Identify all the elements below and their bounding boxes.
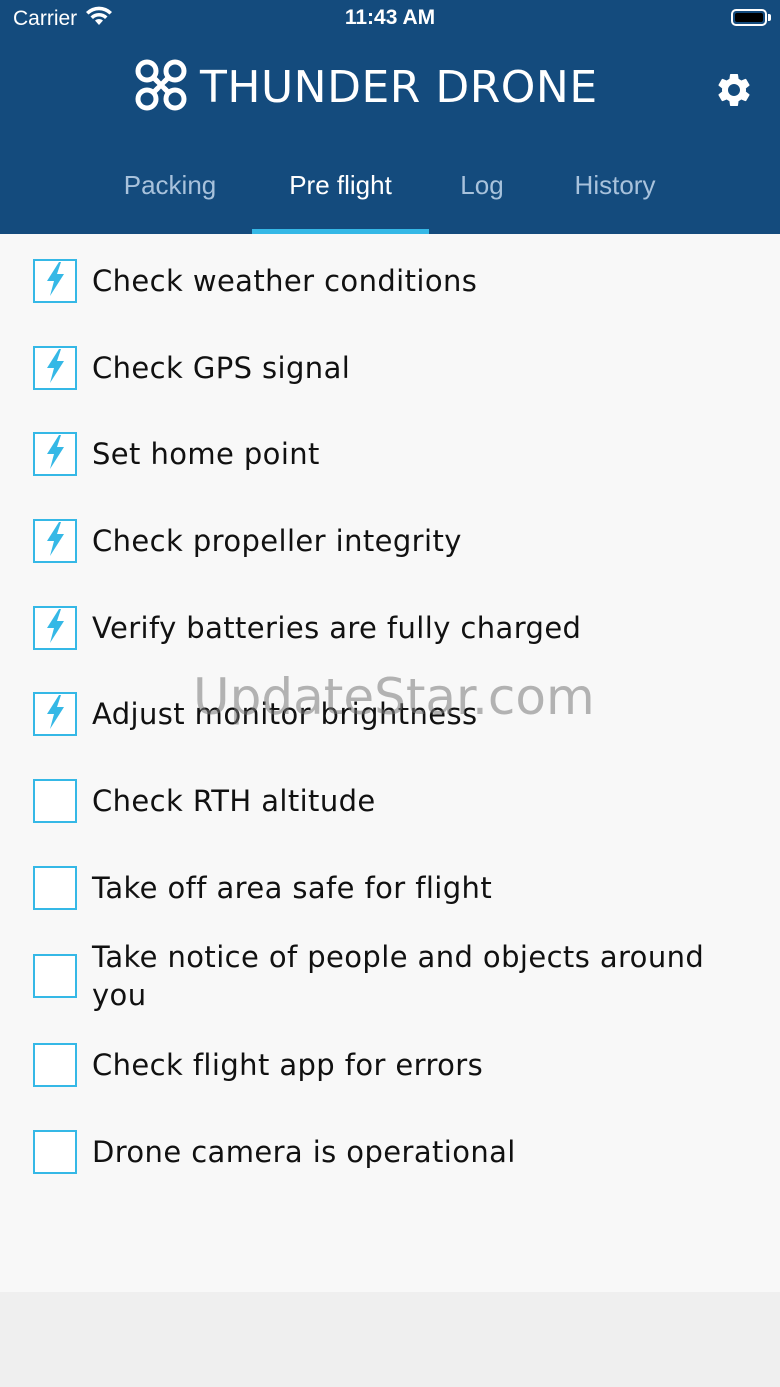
checklist-item[interactable]: Adjust monitor brightness (0, 691, 780, 737)
checklist-item-label: Take off area safe for flight (92, 871, 493, 905)
checklist-item-label: Check GPS signal (92, 351, 351, 385)
checklist-item[interactable]: Take off area safe for flight (0, 865, 780, 911)
tab-log[interactable]: Log (440, 150, 524, 234)
checklist-item-label: Verify batteries are fully charged (92, 611, 582, 645)
checklist-item[interactable]: Check RTH altitude (0, 778, 780, 824)
checklist-item[interactable]: Take notice of people and objects around… (0, 936, 780, 1016)
lightning-bolt-icon (44, 349, 66, 387)
checkbox-checked[interactable] (33, 692, 77, 736)
checkbox-checked[interactable] (33, 606, 77, 650)
app-header: Carrier 11:43 AM THUNDER DRONE Packing P… (0, 0, 780, 234)
checklist-item-label: Check flight app for errors (92, 1048, 484, 1082)
checklist-item-label: Check RTH altitude (92, 784, 376, 818)
bottom-area (0, 1292, 780, 1387)
lightning-bolt-icon (44, 522, 66, 560)
checkbox-unchecked[interactable] (33, 1130, 77, 1174)
gear-icon (714, 70, 754, 114)
brand: THUNDER DRONE (134, 58, 598, 116)
checklist-item-label: Drone camera is operational (92, 1135, 516, 1169)
checklist-item[interactable]: Check propeller integrity (0, 518, 780, 564)
checkbox-unchecked[interactable] (33, 1043, 77, 1087)
status-bar: Carrier 11:43 AM (0, 0, 780, 40)
checklist-item-label: Check weather conditions (92, 264, 478, 298)
app-title: THUNDER DRONE (200, 61, 598, 113)
checklist-item[interactable]: Set home point (0, 431, 780, 477)
checklist-item-label: Take notice of people and objects around… (92, 940, 705, 1012)
lightning-bolt-icon (44, 695, 66, 733)
checklist: Check weather conditions Check GPS signa… (0, 234, 780, 1292)
drone-icon (134, 58, 188, 116)
checklist-item[interactable]: Check weather conditions (0, 258, 780, 304)
checkbox-unchecked[interactable] (33, 779, 77, 823)
tab-bar: Packing Pre flight Log History (0, 150, 780, 234)
title-row: THUNDER DRONE (0, 58, 780, 122)
checklist-item-label: Adjust monitor brightness (92, 697, 478, 731)
checklist-item-label: Set home point (92, 437, 320, 471)
battery-icon (731, 9, 771, 26)
lightning-bolt-icon (44, 435, 66, 473)
checkbox-checked[interactable] (33, 346, 77, 390)
lightning-bolt-icon (44, 262, 66, 300)
checkbox-unchecked[interactable] (33, 866, 77, 910)
lightning-bolt-icon (44, 609, 66, 647)
checkbox-checked[interactable] (33, 259, 77, 303)
checklist-item[interactable]: Check GPS signal (0, 345, 780, 391)
checklist-item-label: Check propeller integrity (92, 524, 462, 558)
checklist-item[interactable]: Check flight app for errors (0, 1042, 780, 1088)
settings-button[interactable] (712, 70, 756, 114)
tab-packing[interactable]: Packing (100, 150, 240, 234)
checkbox-unchecked[interactable] (33, 954, 77, 998)
checkbox-checked[interactable] (33, 519, 77, 563)
checklist-item[interactable]: Verify batteries are fully charged (0, 605, 780, 651)
tab-pre-flight[interactable]: Pre flight (252, 150, 429, 234)
tab-history[interactable]: History (545, 150, 685, 234)
checklist-item[interactable]: Drone camera is operational (0, 1129, 780, 1175)
status-time: 11:43 AM (344, 6, 436, 29)
checkbox-checked[interactable] (33, 432, 77, 476)
